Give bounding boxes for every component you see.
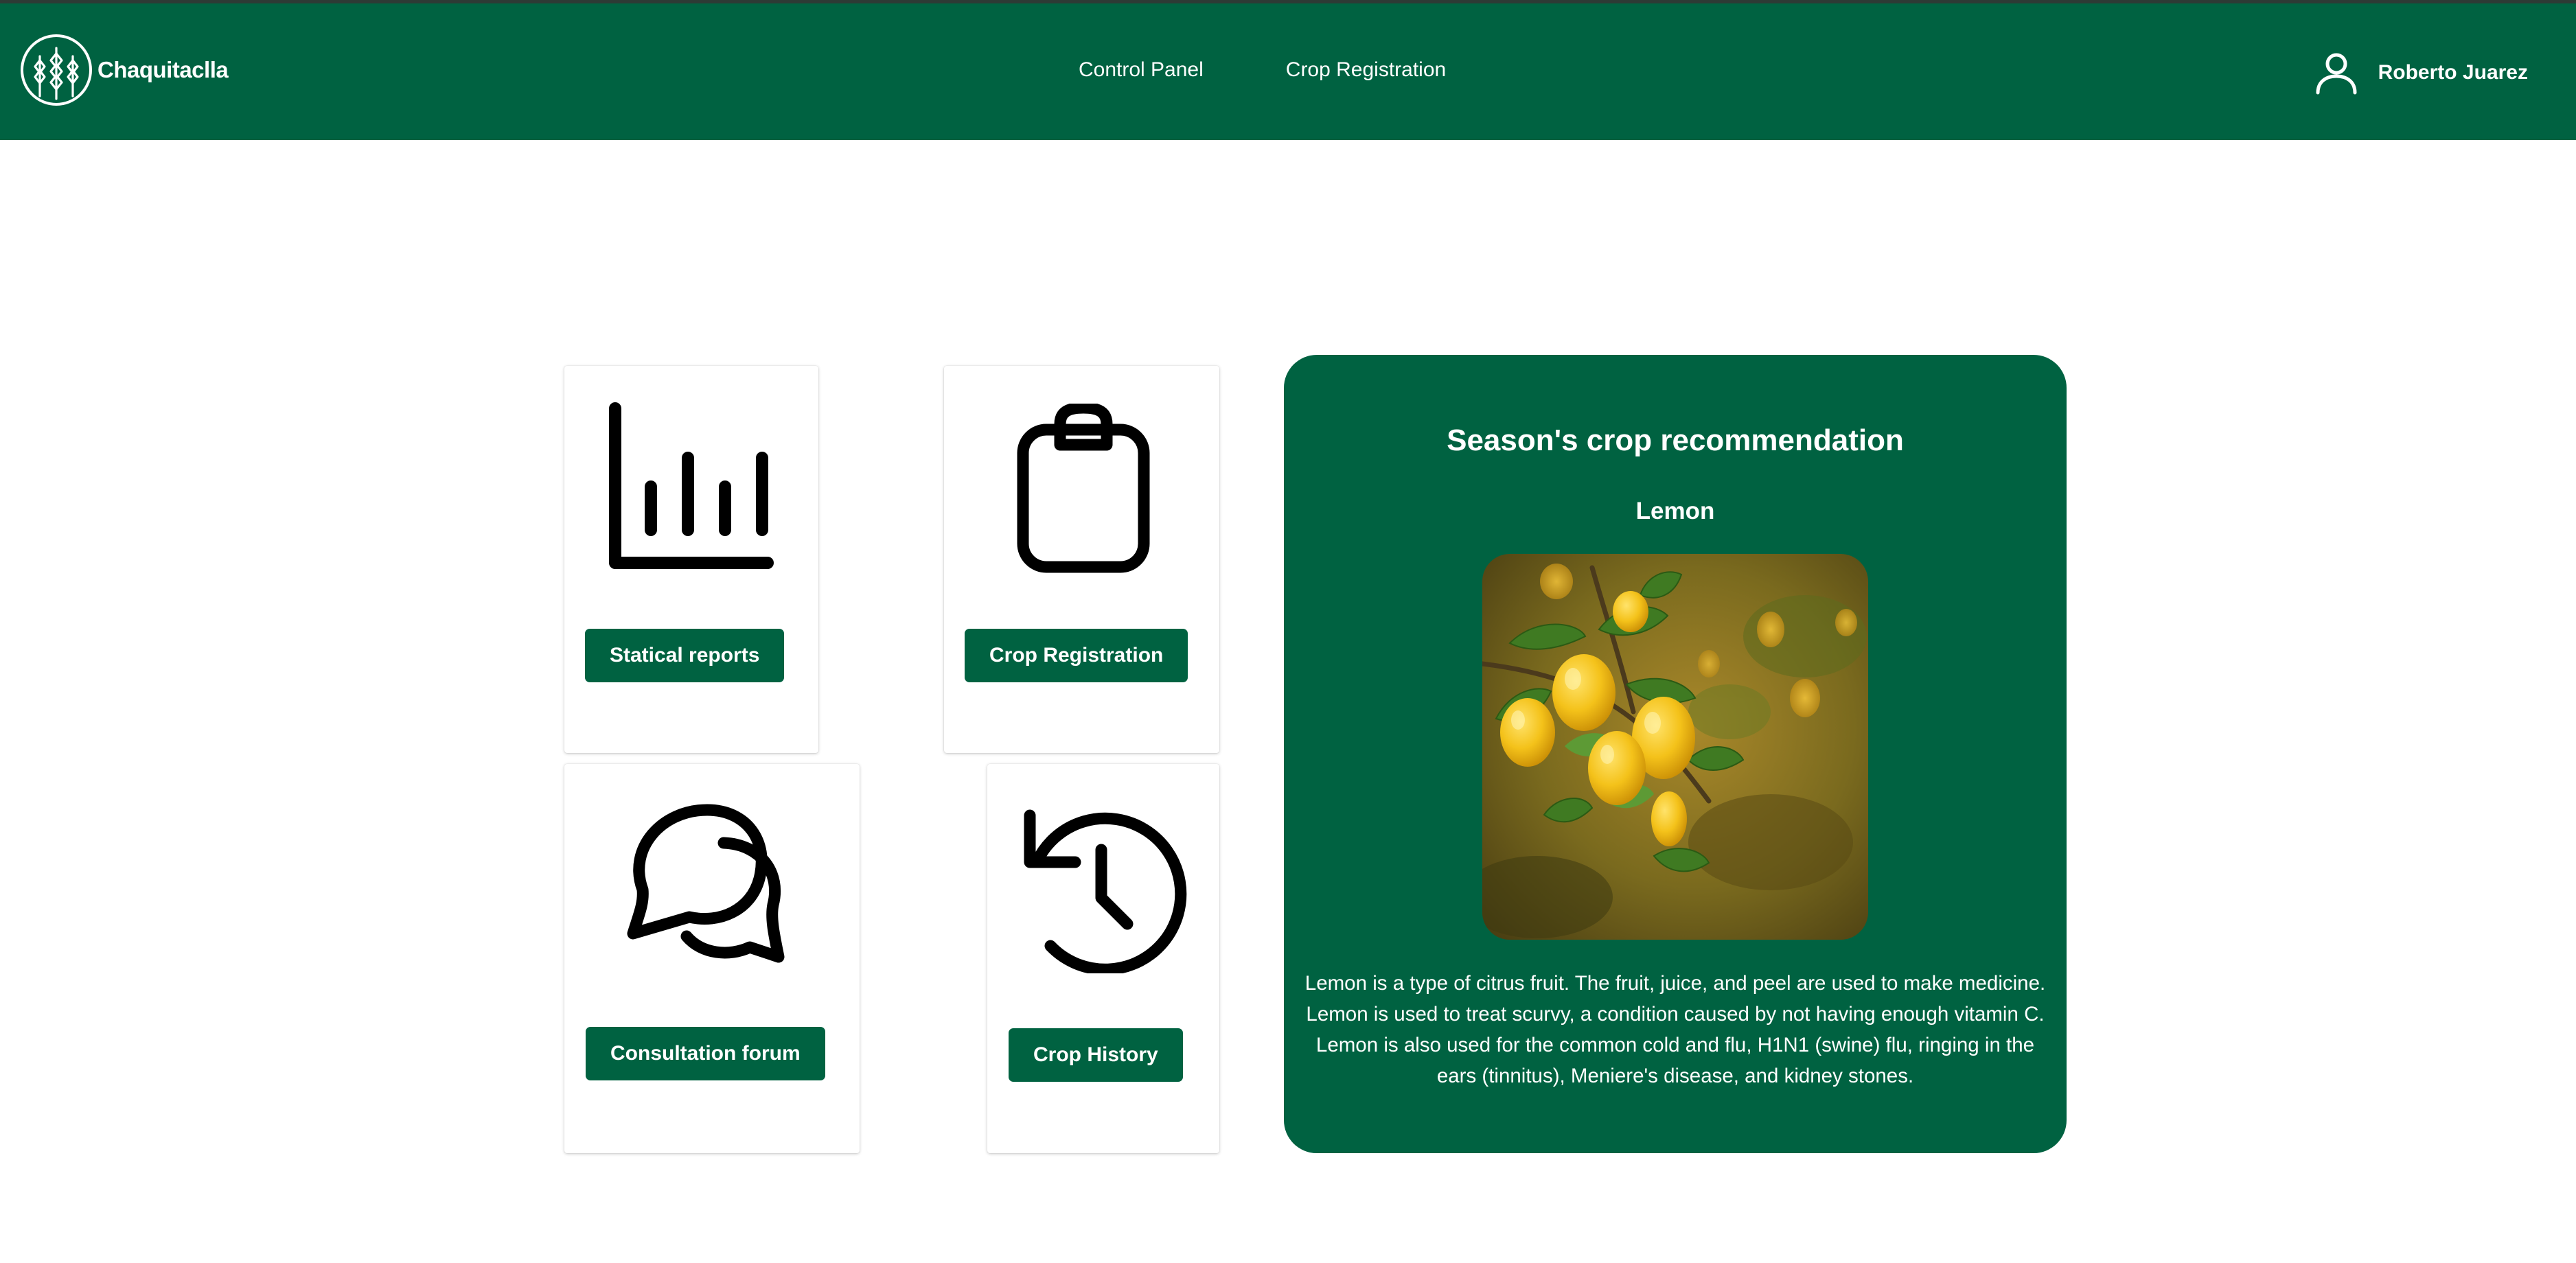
main-nav: Control Panel Crop Registration (1079, 58, 1446, 82)
crop-history-button[interactable]: Crop History (1009, 1028, 1183, 1082)
card-crop-registration: Crop Registration (944, 366, 1219, 753)
card-crop-history: Crop History (987, 764, 1219, 1153)
user-icon (2316, 53, 2357, 95)
card-statical-reports: Statical reports (564, 366, 818, 753)
chat-bubbles-icon (627, 804, 785, 963)
nav-crop-registration[interactable]: Crop Registration (1286, 58, 1446, 82)
statical-reports-button[interactable]: Statical reports (585, 629, 785, 682)
recommendation-title: Season's crop recommendation (1447, 424, 1904, 457)
nav-control-panel[interactable]: Control Panel (1079, 58, 1204, 82)
user-name: Roberto Juarez (2378, 61, 2528, 84)
wheat-logo-icon (21, 34, 92, 106)
bar-chart-icon (609, 402, 774, 569)
top-navigation-bar: Chaquitaclla Control Panel Crop Registra… (0, 0, 2576, 140)
history-icon (1024, 809, 1187, 973)
season-recommendation-panel: Season's crop recommendation Lemon Lemon… (1284, 355, 2067, 1153)
recommendation-description: Lemon is a type of citrus fruit. The fru… (1304, 972, 2046, 1087)
brand-name: Chaquitaclla (97, 57, 229, 82)
recommended-crop-name: Lemon (1635, 498, 1715, 524)
brand[interactable]: Chaquitaclla (19, 32, 229, 108)
card-consultation-forum: Consultation forum (564, 764, 860, 1153)
user-menu[interactable]: Roberto Juarez (2312, 49, 2528, 97)
clipboard-icon (1017, 404, 1150, 573)
lemon-tree-photo (1482, 554, 1868, 940)
consultation-forum-button[interactable]: Consultation forum (586, 1027, 825, 1080)
crop-registration-button[interactable]: Crop Registration (965, 629, 1188, 682)
